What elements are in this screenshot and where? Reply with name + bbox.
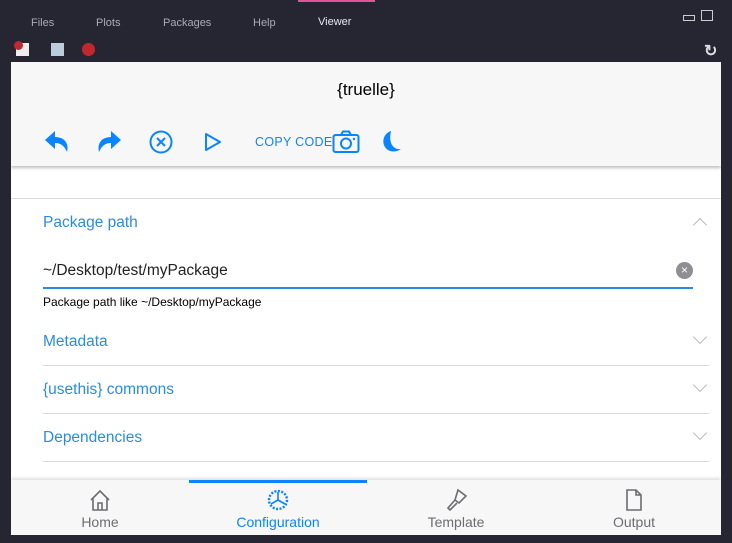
section-label: Dependencies <box>43 429 143 446</box>
package-path-value: ~/Desktop/test/myPackage <box>43 262 228 279</box>
nav-label: Output <box>612 514 656 530</box>
copy-code-button[interactable]: COPY CODE <box>255 128 333 156</box>
document-icon <box>626 489 642 511</box>
viewer-pane: Package path ~/Desktop/test/myPackage × … <box>11 62 721 535</box>
bottom-navigation: Home Configuration Template Output <box>11 480 721 535</box>
refresh-icon[interactable]: ↻ <box>704 41 717 61</box>
minimize-icon[interactable] <box>683 15 695 21</box>
nav-template[interactable]: Template <box>367 480 545 535</box>
undo-button[interactable] <box>43 128 71 156</box>
section-metadata[interactable]: Metadata <box>43 318 709 366</box>
undo-icon <box>45 131 68 152</box>
app-title: {truelle} <box>337 80 395 99</box>
run-button[interactable] <box>203 128 223 156</box>
app-header: {truelle} COPY CODE <box>11 62 721 166</box>
redo-button[interactable] <box>95 128 123 156</box>
clear-viewer-icon[interactable] <box>14 41 29 56</box>
paintbrush-icon <box>446 488 468 512</box>
play-icon <box>205 133 221 151</box>
section-usethis-commons[interactable]: {usethis} commons <box>43 366 709 414</box>
close-circle-icon <box>149 130 173 154</box>
chevron-up-icon[interactable] <box>692 217 708 233</box>
clear-input-icon[interactable]: × <box>676 262 693 279</box>
nav-label: Template <box>427 514 485 530</box>
tab-plots[interactable]: Plots <box>96 17 120 29</box>
nav-configuration[interactable]: Configuration <box>189 480 367 535</box>
stop-icon[interactable] <box>82 43 95 56</box>
chevron-down-icon[interactable] <box>692 425 708 441</box>
redo-icon <box>98 131 121 152</box>
ide-tabs: Files Plots Packages Help Viewer <box>0 0 732 38</box>
section-label: Package path <box>43 214 138 231</box>
nav-output[interactable]: Output <box>545 480 721 535</box>
tab-files[interactable]: Files <box>31 17 54 29</box>
dark-mode-button[interactable] <box>381 128 405 156</box>
nav-label: Home <box>81 514 119 530</box>
export-icon[interactable] <box>51 43 64 56</box>
nav-label: Configuration <box>236 514 320 530</box>
tab-packages[interactable]: Packages <box>163 17 211 29</box>
active-tab-indicator <box>298 0 375 2</box>
tab-viewer[interactable]: Viewer <box>318 16 351 28</box>
maximize-icon[interactable] <box>701 10 713 21</box>
reset-button[interactable] <box>149 128 173 156</box>
section-label: Metadata <box>43 333 108 350</box>
camera-icon <box>332 130 360 153</box>
home-icon <box>90 489 110 511</box>
moon-icon <box>383 131 401 152</box>
gear-icon <box>267 489 289 511</box>
package-path-hint: Package path like ~/Desktop/myPackage <box>43 295 262 309</box>
section-dependencies[interactable]: Dependencies <box>43 414 709 462</box>
section-package-path[interactable]: Package path <box>43 198 709 248</box>
viewer-toolbar: ↻ <box>0 38 732 62</box>
package-path-input[interactable]: ~/Desktop/test/myPackage × <box>43 258 693 289</box>
chevron-down-icon[interactable] <box>692 329 708 345</box>
section-label: {usethis} commons <box>43 381 174 398</box>
tab-help[interactable]: Help <box>253 17 276 29</box>
chevron-down-icon[interactable] <box>692 377 708 393</box>
screenshot-button[interactable] <box>332 128 360 156</box>
nav-home[interactable]: Home <box>11 480 189 535</box>
